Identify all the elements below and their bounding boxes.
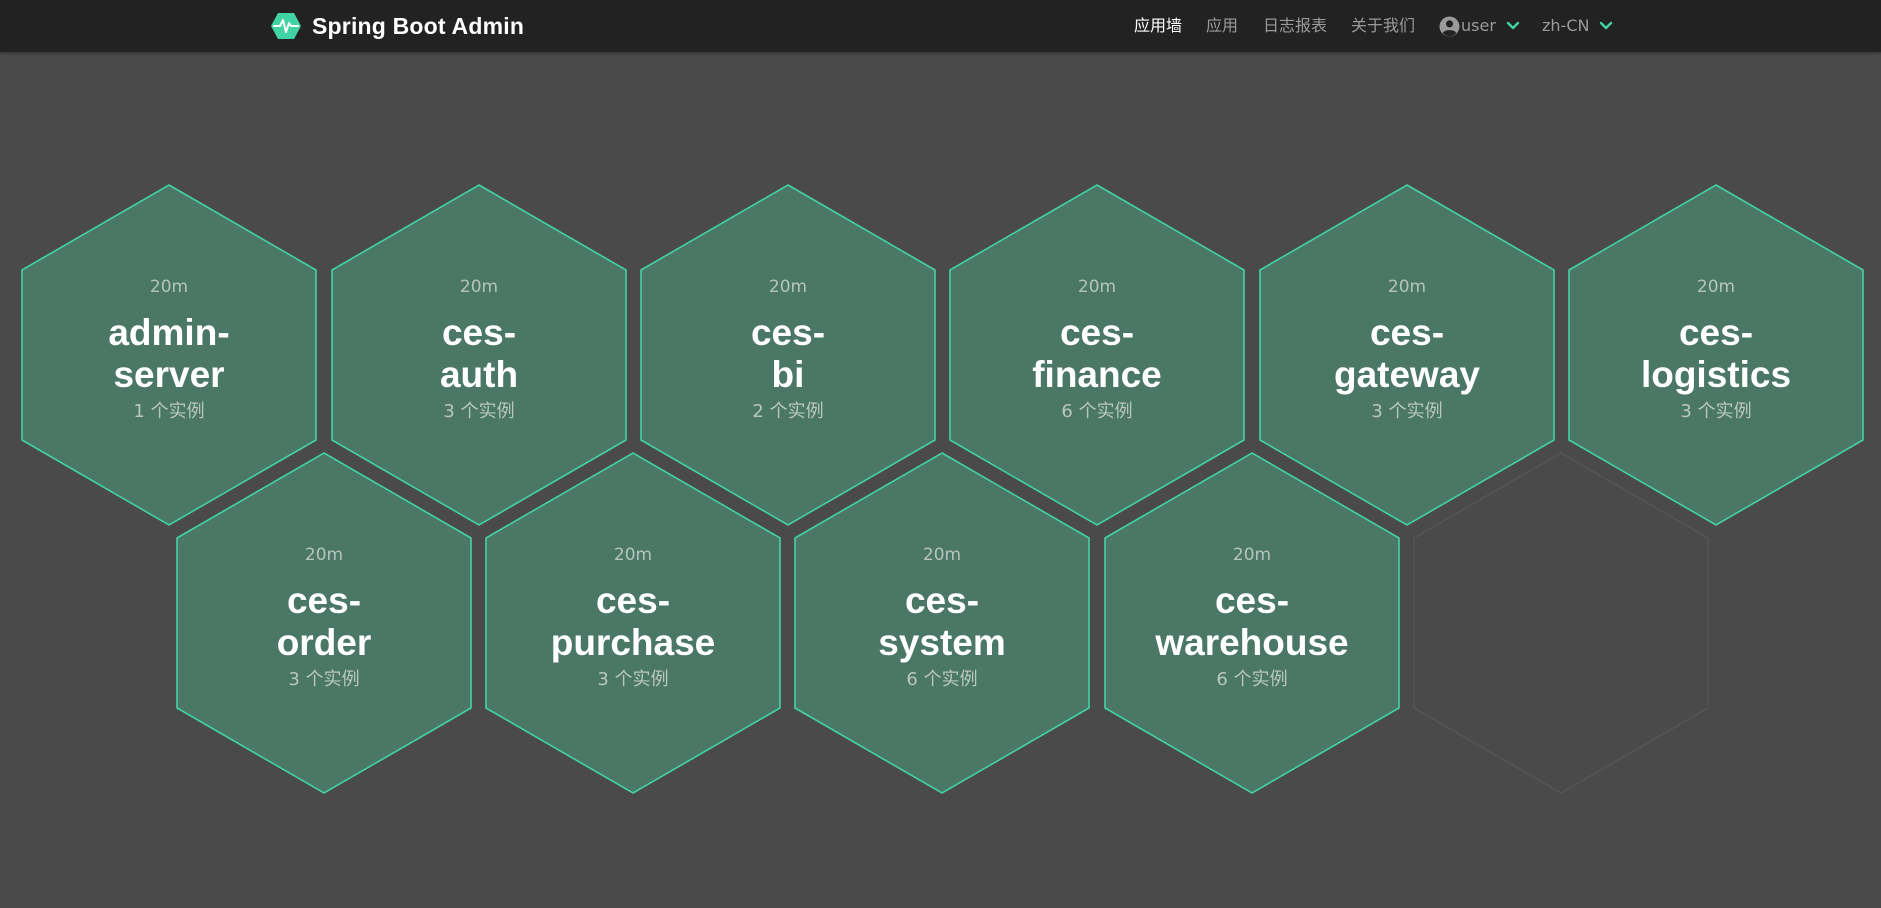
app-instance-count: 6 个实例	[906, 669, 978, 690]
app-hex-content: 20m ces-warehouse 6 个实例	[1104, 452, 1400, 794]
app-name-line1: ces-	[750, 312, 826, 353]
app-name-line2: finance	[1032, 354, 1162, 395]
app-instance-count: 3 个实例	[1371, 401, 1443, 422]
app-uptime: 20m	[922, 545, 962, 565]
app-name-line2: system	[878, 622, 1006, 663]
app-instance-count: 6 个实例	[1216, 669, 1288, 690]
hexagon-outline	[1413, 452, 1709, 794]
app-name-line1: ces-	[595, 580, 671, 621]
app-hex-content: 20m ces-order 3 个实例	[176, 452, 472, 794]
app-uptime: 20m	[768, 277, 808, 297]
app-instance-count: 3 个实例	[288, 669, 360, 690]
app-name: ces-finance	[969, 312, 1225, 396]
app-name-line2: logistics	[1640, 354, 1792, 395]
app-name-line1: ces-	[441, 312, 517, 353]
app-name-line1: admin-	[108, 312, 230, 353]
app-name: ces-warehouse	[1124, 580, 1380, 664]
applications-wallboard: 20m admin-server 1 个实例 20m ces-auth 3 个实…	[0, 0, 1881, 908]
app-name: ces-auth	[351, 312, 607, 396]
app-uptime: 20m	[304, 545, 344, 565]
app-uptime: 20m	[149, 277, 189, 297]
app-name: ces-purchase	[505, 580, 761, 664]
app-name-line2: bi	[771, 354, 805, 395]
app-hex-ces-order[interactable]: 20m ces-order 3 个实例	[176, 452, 472, 794]
app-hex-content: 20m ces-purchase 3 个实例	[485, 452, 781, 794]
app-uptime: 20m	[1696, 277, 1736, 297]
app-name: ces-gateway	[1279, 312, 1535, 396]
empty-hex-placeholder	[1413, 452, 1709, 794]
app-instance-count: 3 个实例	[1680, 401, 1752, 422]
app-name-line1: ces-	[1678, 312, 1754, 353]
app-hex-ces-purchase[interactable]: 20m ces-purchase 3 个实例	[485, 452, 781, 794]
app-hex-content: 20m ces-system 6 个实例	[794, 452, 1090, 794]
app-uptime: 20m	[1232, 545, 1272, 565]
app-uptime: 20m	[1077, 277, 1117, 297]
app-name-line2: purchase	[550, 622, 716, 663]
app-instance-count: 3 个实例	[443, 401, 515, 422]
app-instance-count: 2 个实例	[752, 401, 824, 422]
app-name: admin-server	[41, 312, 297, 396]
app-name: ces-bi	[660, 312, 916, 396]
app-name: ces-logistics	[1588, 312, 1844, 396]
app-name-line1: ces-	[1214, 580, 1290, 621]
app-instance-count: 1 个实例	[133, 401, 205, 422]
app-uptime: 20m	[1387, 277, 1427, 297]
app-uptime: 20m	[613, 545, 653, 565]
app-name: ces-system	[814, 580, 1070, 664]
app-name-line1: ces-	[1369, 312, 1445, 353]
app-name-line2: gateway	[1333, 354, 1480, 395]
app-hex-ces-warehouse[interactable]: 20m ces-warehouse 6 个实例	[1104, 452, 1400, 794]
app-uptime: 20m	[459, 277, 499, 297]
app-name-line2: auth	[439, 354, 519, 395]
app-name-line1: ces-	[904, 580, 980, 621]
app-name: ces-order	[196, 580, 452, 664]
app-name-line1: ces-	[286, 580, 362, 621]
app-name-line1: ces-	[1059, 312, 1135, 353]
app-instance-count: 3 个实例	[597, 669, 669, 690]
app-instance-count: 6 个实例	[1061, 401, 1133, 422]
app-name-line2: server	[113, 354, 225, 395]
app-name-line2: order	[276, 622, 372, 663]
app-name-line2: warehouse	[1155, 622, 1349, 663]
app-hex-ces-system[interactable]: 20m ces-system 6 个实例	[794, 452, 1090, 794]
